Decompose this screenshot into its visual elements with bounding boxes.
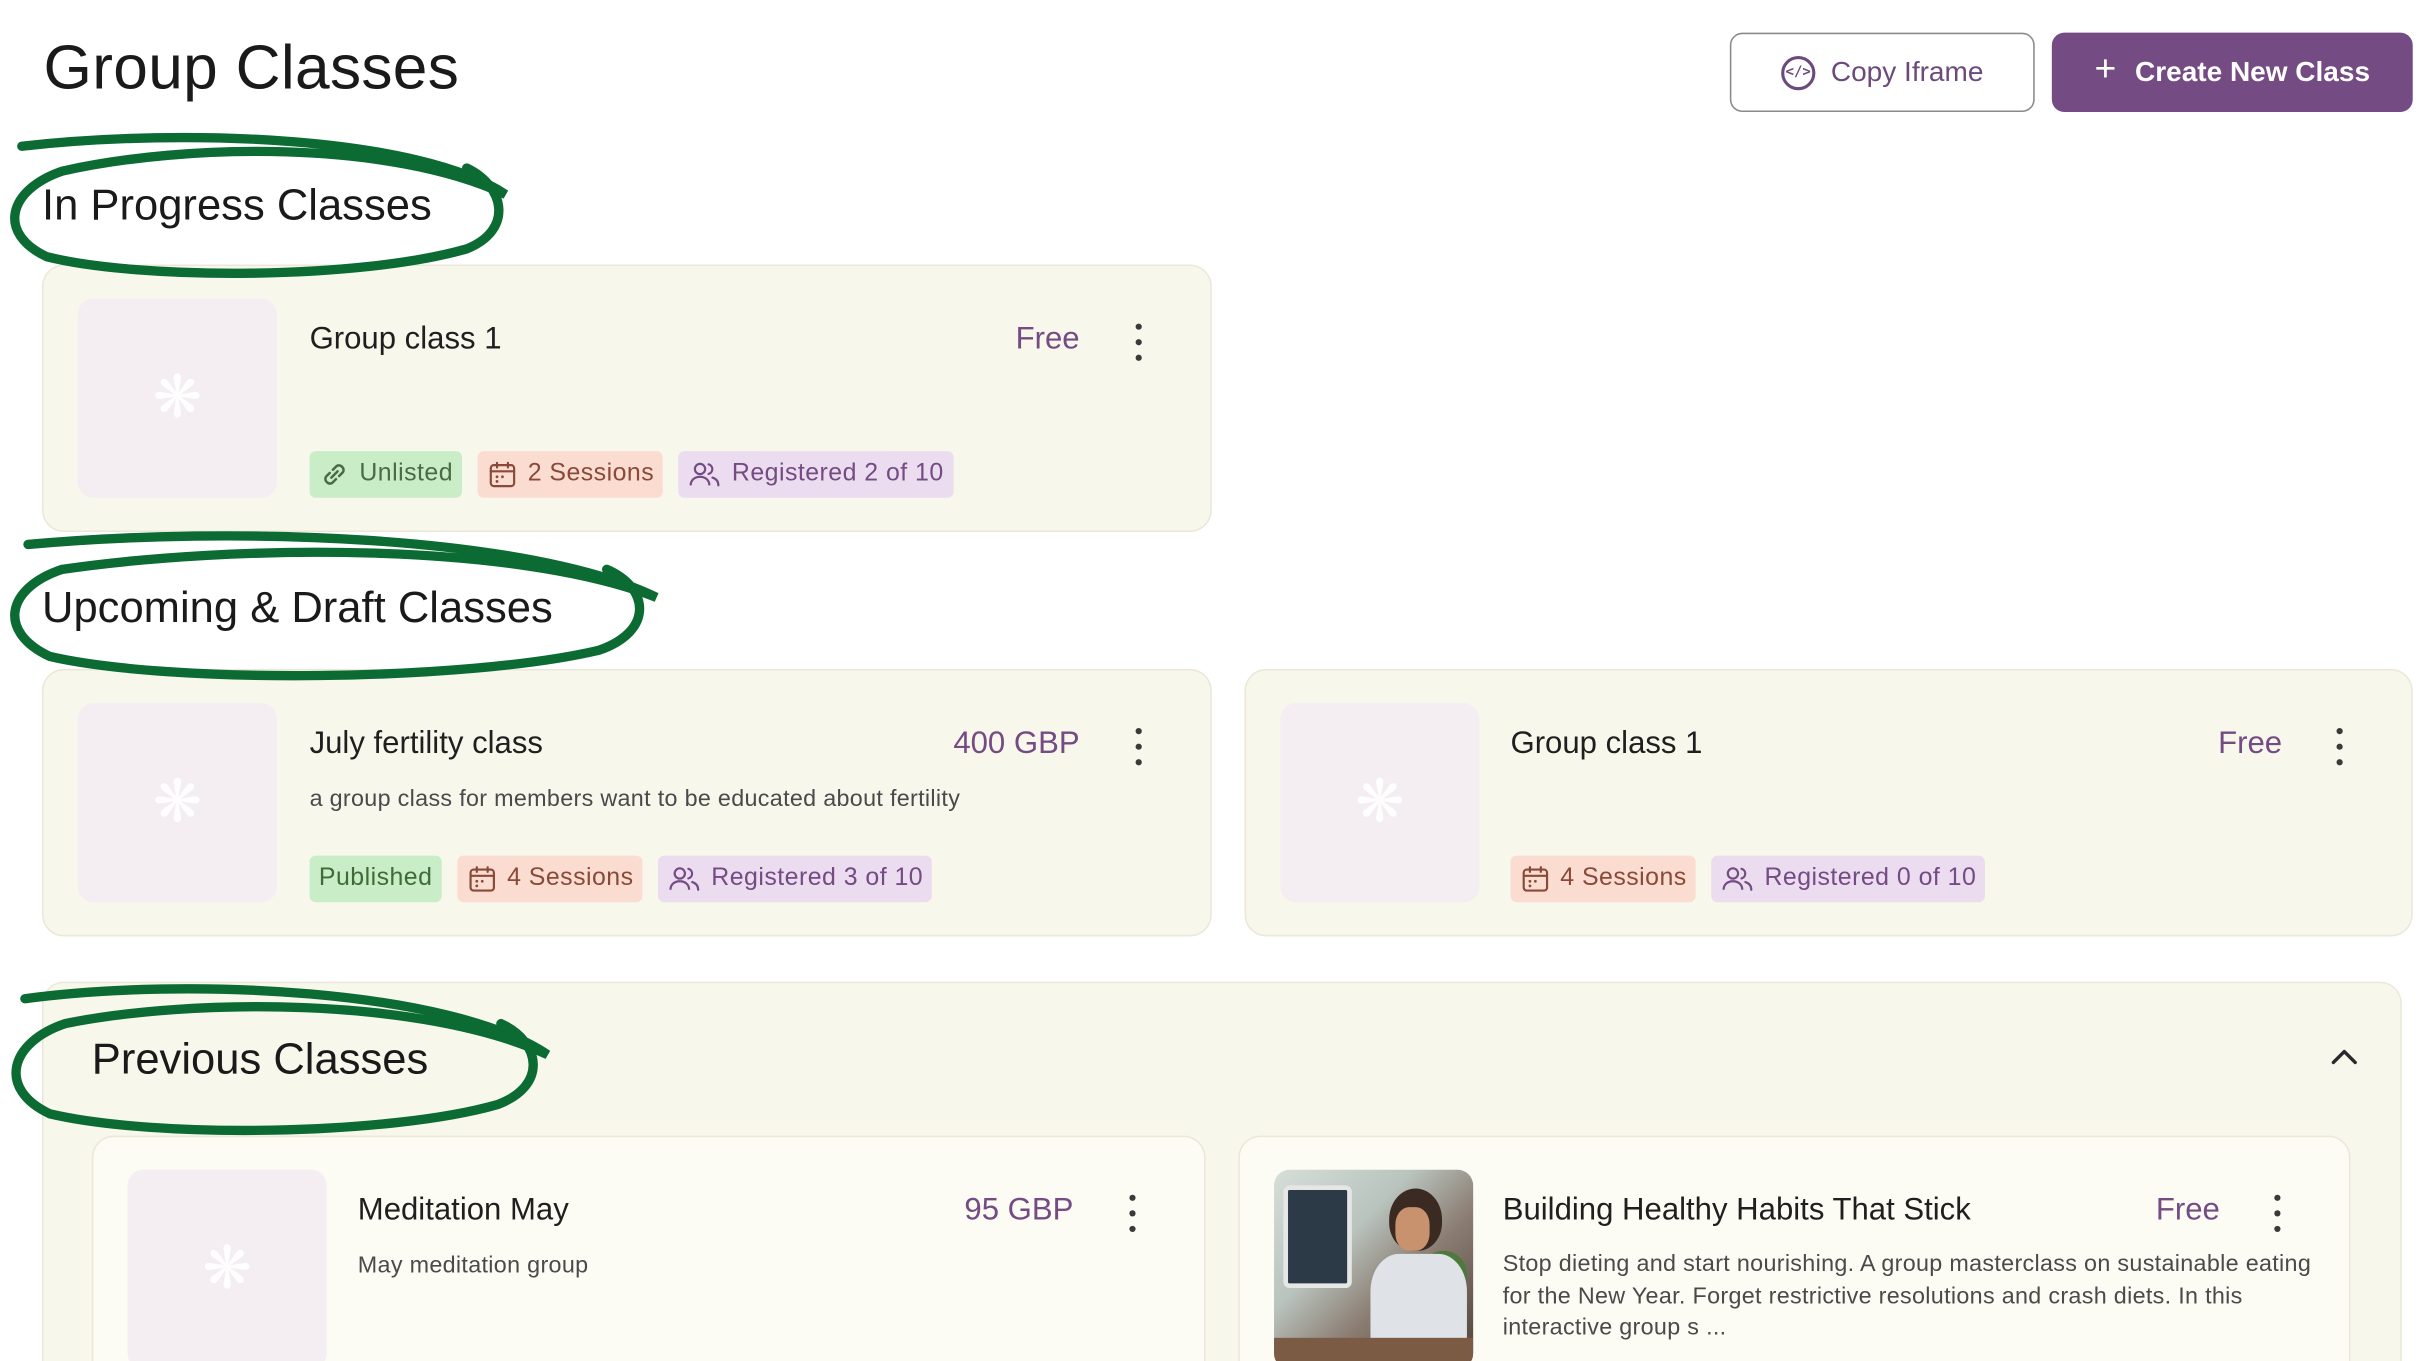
registered-badge: Registered 2 of 10 — [678, 451, 954, 498]
class-title: Building Healthy Habits That Stick — [1502, 1193, 1971, 1228]
code-circle-icon: </> — [1781, 55, 1816, 90]
more-options-icon[interactable] — [2262, 1190, 2293, 1237]
sessions-badge: 2 Sessions — [477, 451, 664, 498]
class-card[interactable]: ❋ Group class 1 Free Unlisted 2 Sessions… — [42, 264, 1212, 533]
sparkle-icon: ❋ — [152, 365, 203, 431]
class-price: 95 GBP — [964, 1193, 1074, 1228]
copy-iframe-button[interactable]: </> Copy Iframe — [1729, 32, 2035, 113]
users-icon — [669, 867, 700, 891]
class-price: Free — [2218, 726, 2283, 761]
users-icon — [690, 462, 721, 487]
section-title-in-progress: In Progress Classes — [42, 180, 432, 229]
class-title: Meditation May — [357, 1193, 569, 1228]
link-icon — [324, 464, 345, 485]
class-price: 400 GBP — [953, 726, 1080, 761]
class-description: a group class for members want to be edu… — [309, 785, 961, 813]
sparkle-icon: ❋ — [202, 1236, 252, 1303]
users-icon — [1722, 867, 1753, 891]
class-thumbnail-photo — [1274, 1169, 1474, 1361]
class-card[interactable]: ❋ Meditation May 95 GBP May meditation g… — [91, 1135, 1206, 1361]
status-label: Unlisted — [359, 460, 454, 487]
class-thumbnail: ❋ — [77, 703, 277, 903]
class-card[interactable]: ❋ Group class 1 Free 4 Sessions Register… — [1244, 668, 2413, 937]
class-card[interactable]: Building Healthy Habits That Stick Free … — [1238, 1135, 2351, 1361]
sparkle-icon: ❋ — [152, 770, 203, 836]
class-description: Stop dieting and start nourishing. A gro… — [1502, 1250, 2312, 1341]
copy-iframe-label: Copy Iframe — [1830, 56, 1984, 88]
class-title: Group class 1 — [309, 322, 502, 357]
chevron-up-icon[interactable] — [2329, 1042, 2360, 1073]
class-thumbnail: ❋ — [1280, 703, 1480, 903]
registered-label: Registered 0 of 10 — [1764, 864, 1977, 892]
section-title-previous: Previous Classes — [91, 1034, 429, 1083]
registered-badge: Registered 3 of 10 — [658, 855, 933, 903]
registered-label: Registered 3 of 10 — [711, 864, 924, 892]
page-title: Group Classes — [43, 34, 460, 103]
sessions-badge: 4 Sessions — [1510, 855, 1697, 903]
more-options-icon[interactable] — [1123, 723, 1154, 770]
more-options-icon[interactable] — [1117, 1190, 1148, 1237]
class-title: July fertility class — [309, 726, 543, 761]
class-thumbnail: ❋ — [77, 298, 277, 498]
more-options-icon[interactable] — [1123, 319, 1154, 366]
sessions-label: 4 Sessions — [1560, 864, 1687, 892]
sessions-badge: 4 Sessions — [457, 855, 643, 903]
class-description: May meditation group — [357, 1252, 589, 1279]
registered-badge: Registered 0 of 10 — [1711, 855, 1986, 903]
class-title: Group class 1 — [1510, 726, 1703, 761]
sparkle-icon: ❋ — [1355, 770, 1405, 836]
section-title-upcoming: Upcoming & Draft Classes — [42, 583, 553, 632]
create-new-class-button[interactable]: + Create New Class — [2051, 32, 2413, 113]
more-options-icon[interactable] — [2324, 723, 2355, 770]
calendar-icon — [490, 461, 516, 488]
plus-icon: + — [2094, 48, 2117, 91]
status-badge: Unlisted — [309, 451, 463, 498]
class-price: Free — [2155, 1193, 2220, 1228]
class-card[interactable]: ❋ July fertility class 400 GBP a group c… — [42, 668, 1212, 937]
sessions-label: 4 Sessions — [507, 864, 634, 892]
registered-label: Registered 2 of 10 — [731, 460, 944, 487]
create-new-class-label: Create New Class — [2135, 56, 2371, 88]
class-thumbnail: ❋ — [127, 1169, 327, 1361]
calendar-icon — [469, 866, 495, 892]
sessions-label: 2 Sessions — [527, 460, 655, 487]
status-label: Published — [318, 864, 433, 892]
calendar-icon — [1522, 866, 1549, 892]
status-badge: Published — [309, 855, 442, 903]
class-price: Free — [1015, 322, 1080, 357]
